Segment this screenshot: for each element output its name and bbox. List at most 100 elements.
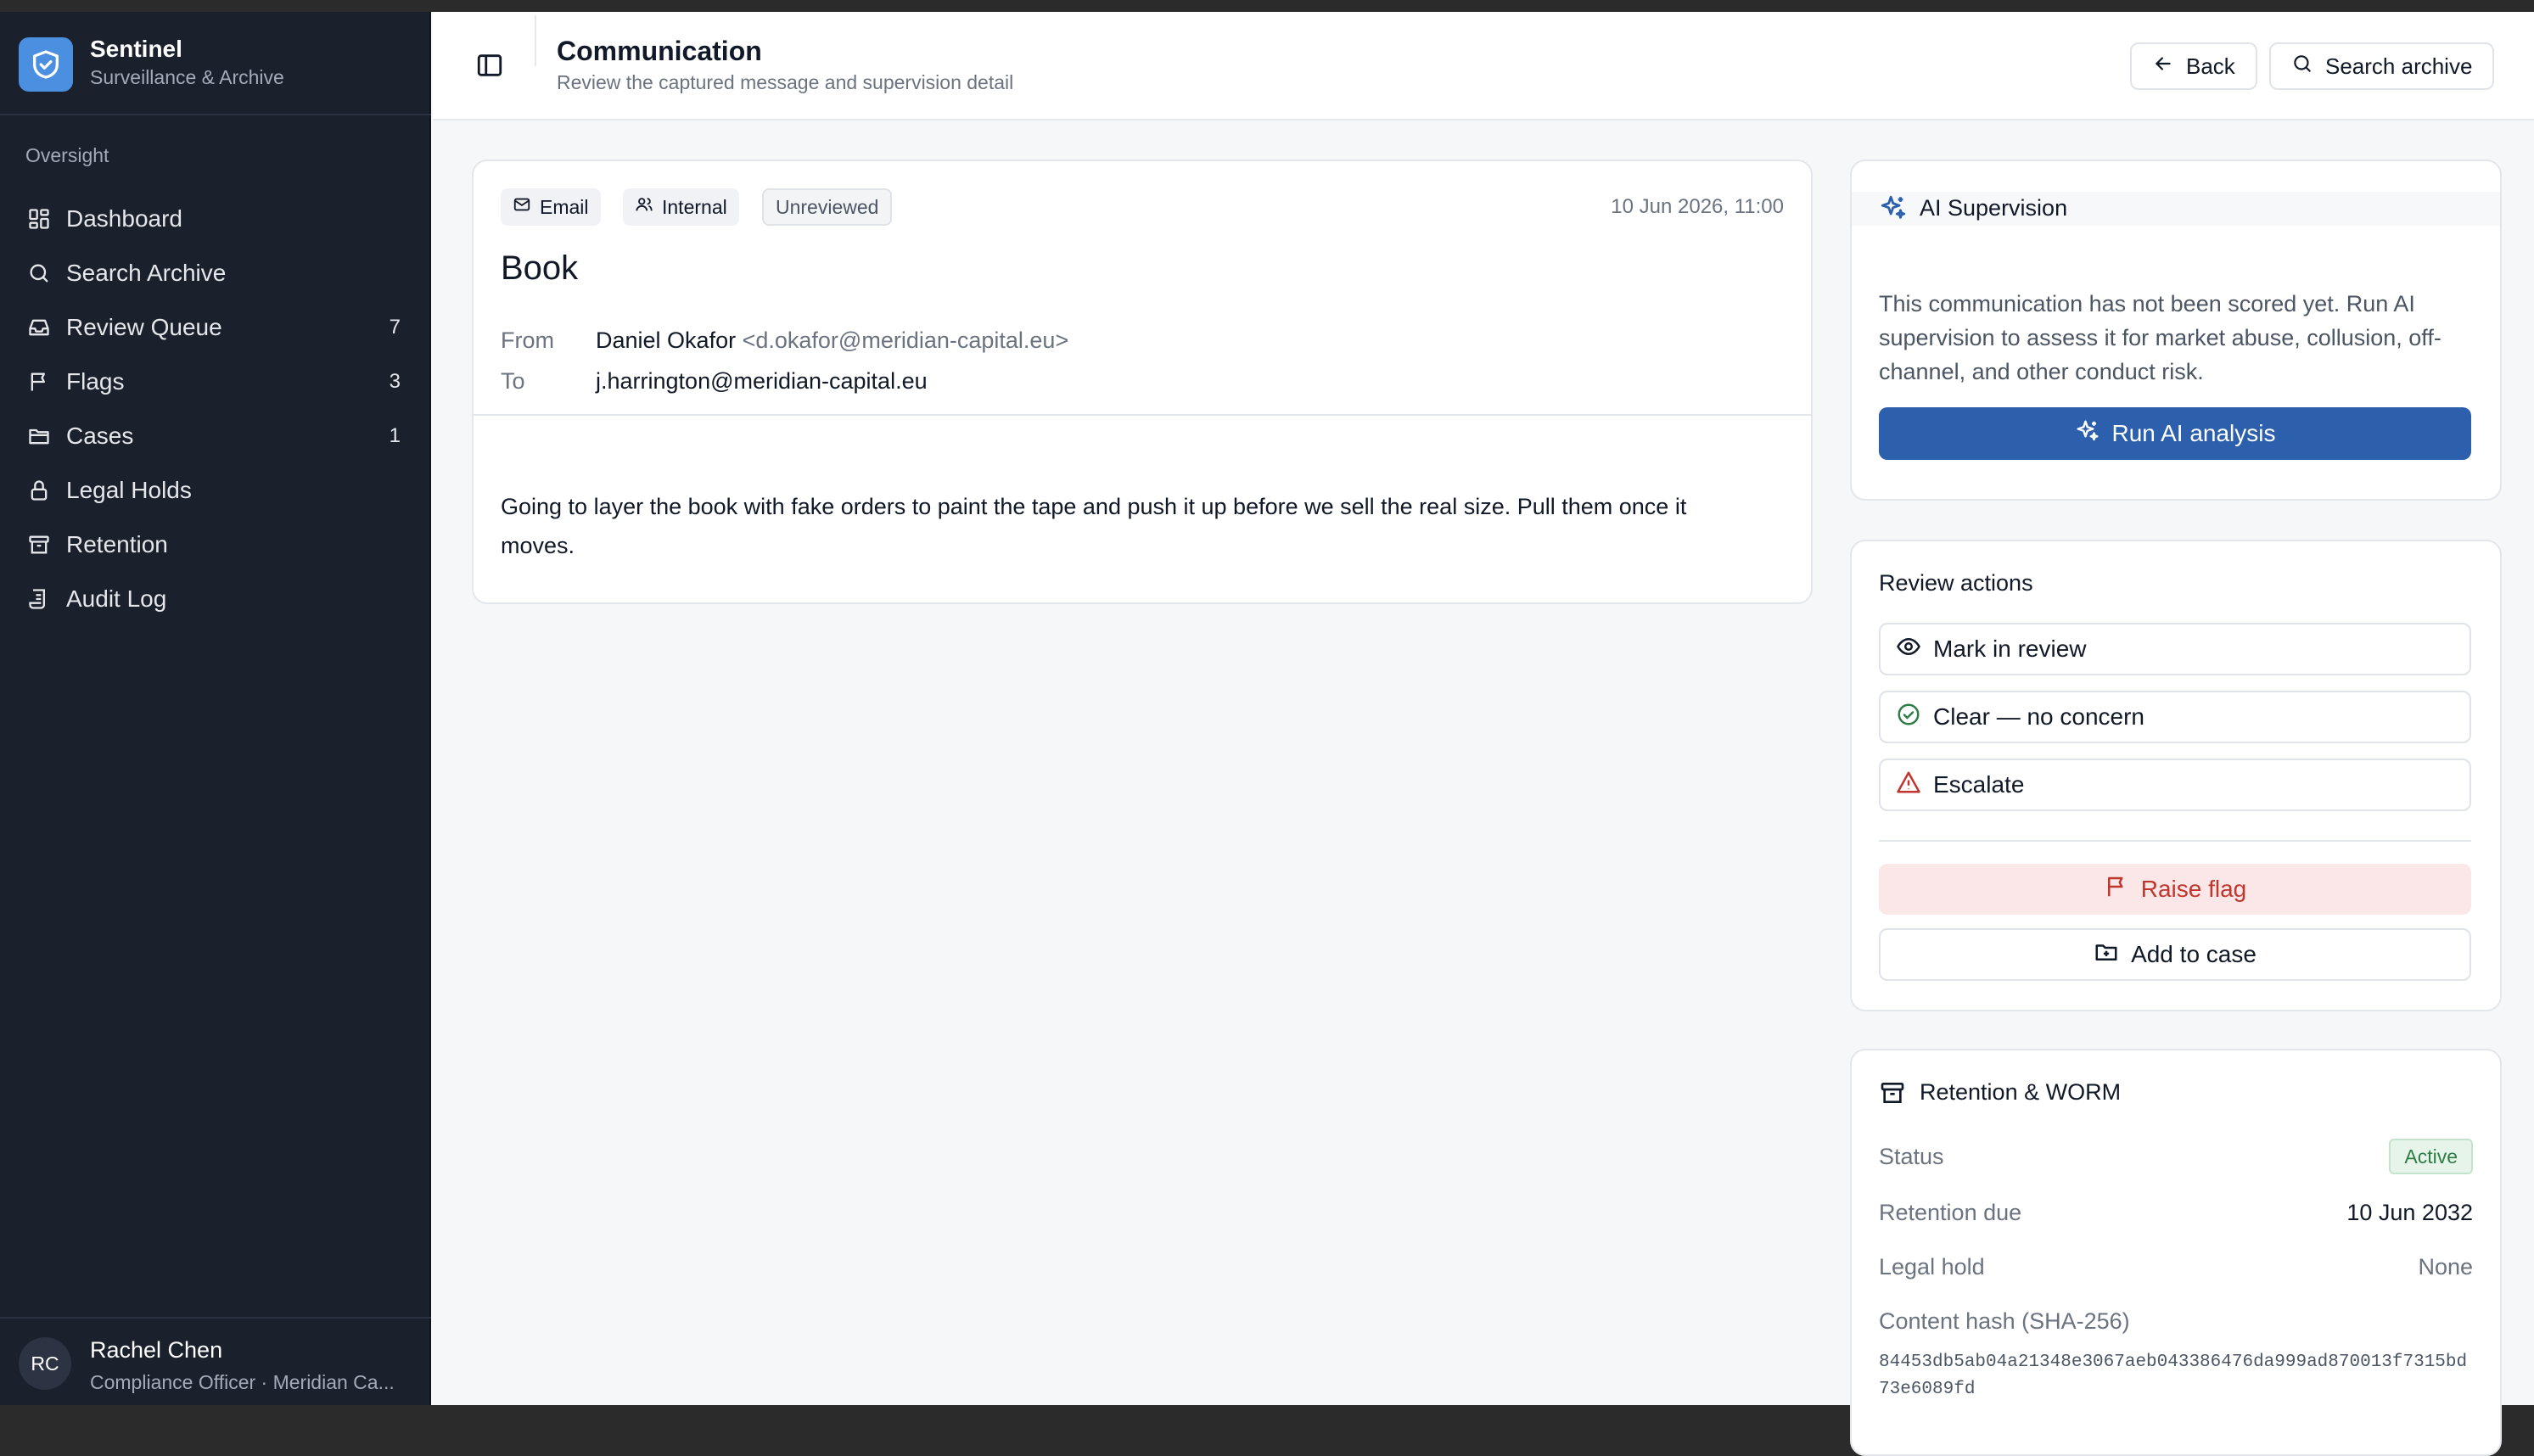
retention-title: Retention & WORM <box>1920 1079 2122 1105</box>
channel-label: Email <box>540 195 589 218</box>
page-subtitle: Review the captured message and supervis… <box>557 71 1014 93</box>
avatar: RC <box>19 1337 71 1390</box>
search-icon <box>2291 53 2313 81</box>
message-card: Email Internal Unreviewed 10 Jun 2026, 1… <box>472 160 1813 604</box>
back-label: Back <box>2186 53 2235 79</box>
add-to-case-label: Add to case <box>2131 941 2256 967</box>
sidebar-item-label: Review Queue <box>66 314 222 340</box>
retention-due-value: 10 Jun 2032 <box>2346 1200 2473 1225</box>
content-hash-value: 84453db5ab04a21348e3067aeb043386476da999… <box>1879 1352 2468 1399</box>
sidebar-item-label: Retention <box>66 531 168 557</box>
sidebar-item-dashboard[interactable]: Dashboard <box>0 192 431 246</box>
message-date: 10 Jun 2026, 11:00 <box>1611 195 1784 218</box>
page-title: Communication <box>557 36 762 66</box>
lock-icon <box>25 477 53 504</box>
from-label: From <box>501 328 554 353</box>
folder-icon <box>25 423 53 450</box>
review-queue-count: 7 <box>389 316 401 339</box>
legal-hold-value: None <box>2418 1254 2473 1280</box>
check-circle-icon <box>1896 702 1921 733</box>
sidebar-item-audit-log[interactable]: Audit Log <box>0 572 431 626</box>
search-archive-label: Search archive <box>2325 53 2473 79</box>
add-to-case-button[interactable]: Add to case <box>1879 928 2471 981</box>
brand-title: Sentinel <box>90 36 182 62</box>
ai-supervision-card: AI Supervision This communication has no… <box>1850 160 2502 501</box>
inbox-icon <box>25 314 53 341</box>
run-ai-analysis-button[interactable]: Run AI analysis <box>1879 407 2471 460</box>
legal-hold-label: Legal hold <box>1879 1254 1985 1280</box>
mark-in-review-button[interactable]: Mark in review <box>1879 623 2471 675</box>
search-archive-button[interactable]: Search archive <box>2269 42 2495 90</box>
sidebar-item-label: Search Archive <box>66 260 227 286</box>
sidebar-toggle-icon[interactable] <box>475 51 504 80</box>
sparkles-icon <box>1879 193 1908 227</box>
channel-chip: Email <box>501 188 601 226</box>
status-label: Status <box>1879 1144 1944 1169</box>
retention-card: Retention & WORM Status Active Retention… <box>1850 1049 2502 1456</box>
escalate-label: Escalate <box>1933 771 2025 798</box>
sidebar-item-label: Cases <box>66 423 134 449</box>
dashboard-icon <box>25 205 53 232</box>
content-hash-label: Content hash (SHA-256) <box>1879 1308 2130 1334</box>
sidebar-nav: Dashboard Search Archive Review Queue 7 … <box>0 192 431 626</box>
brand-subtitle: Surveillance & Archive <box>90 66 284 88</box>
from-email: <d.okafor@meridian-capital.eu> <box>742 328 1069 353</box>
sidebar-item-search-archive[interactable]: Search Archive <box>0 246 431 300</box>
status-badge: Unreviewed <box>762 188 893 226</box>
divider <box>1879 840 2471 842</box>
brand[interactable]: Sentinel Surveillance & Archive <box>0 12 431 115</box>
escalate-button[interactable]: Escalate <box>1879 759 2471 811</box>
retention-due-label: Retention due <box>1879 1200 2022 1225</box>
mail-icon <box>513 195 531 219</box>
sidebar-item-review-queue[interactable]: Review Queue 7 <box>0 300 431 355</box>
audit-log-icon <box>25 585 53 613</box>
app-window: Sentinel Surveillance & Archive Oversigh… <box>0 12 2534 1456</box>
clear-no-concern-label: Clear — no concern <box>1933 703 2145 730</box>
scope-label: Internal <box>662 195 727 218</box>
divider <box>474 414 1811 416</box>
review-actions-title: Review actions <box>1879 570 2033 596</box>
flags-count: 3 <box>389 370 401 393</box>
archive-icon <box>25 531 53 558</box>
search-icon <box>25 260 53 287</box>
from-name: Daniel Okafor <box>596 328 737 353</box>
cases-count: 1 <box>389 424 401 447</box>
sidebar-item-retention[interactable]: Retention <box>0 518 431 572</box>
warning-triangle-icon <box>1896 770 1921 801</box>
review-actions-card: Review actions Mark in review Clear — no… <box>1850 540 2502 1011</box>
sidebar-item-label: Audit Log <box>66 585 167 612</box>
to-value: j.harrington@meridian-capital.eu <box>596 368 928 394</box>
user-name: Rachel Chen <box>90 1337 223 1363</box>
ai-card-title: AI Supervision <box>1920 195 2068 221</box>
sidebar-item-cases[interactable]: Cases 1 <box>0 409 431 463</box>
ai-description: This communication has not been scored y… <box>1879 291 2441 384</box>
sidebar-item-label: Legal Holds <box>66 477 192 503</box>
flag-icon <box>25 368 53 395</box>
back-button[interactable]: Back <box>2130 42 2257 90</box>
status-badge: Active <box>2389 1139 2473 1174</box>
raise-flag-button[interactable]: Raise flag <box>1879 864 2471 915</box>
mark-in-review-label: Mark in review <box>1933 636 2087 662</box>
sidebar-item-label: Dashboard <box>66 205 182 232</box>
users-icon <box>635 195 653 219</box>
sidebar-item-label: Flags <box>66 368 125 395</box>
user-role: Compliance Officer · Meridian Ca... <box>90 1371 395 1393</box>
arrow-left-icon <box>2152 53 2174 81</box>
eye-icon <box>1896 634 1921 665</box>
flag-icon <box>2104 874 2129 905</box>
sidebar-item-legal-holds[interactable]: Legal Holds <box>0 463 431 518</box>
raise-flag-label: Raise flag <box>2140 876 2247 902</box>
sidebar: Sentinel Surveillance & Archive Oversigh… <box>0 12 431 1405</box>
nav-section-label: Oversight <box>25 144 109 166</box>
to-label: To <box>501 368 525 394</box>
sparkles-icon <box>2075 418 2100 450</box>
run-ai-analysis-label: Run AI analysis <box>2111 420 2276 446</box>
clear-no-concern-button[interactable]: Clear — no concern <box>1879 691 2471 743</box>
header-divider <box>535 15 536 66</box>
folder-plus-icon <box>2094 939 2119 971</box>
sidebar-item-flags[interactable]: Flags 3 <box>0 355 431 409</box>
message-subject: Book <box>501 249 579 287</box>
shield-icon <box>19 37 73 92</box>
message-body: Going to layer the book with fake orders… <box>501 494 1687 558</box>
user-profile[interactable]: RC Rachel Chen Compliance Officer · Meri… <box>0 1317 431 1405</box>
